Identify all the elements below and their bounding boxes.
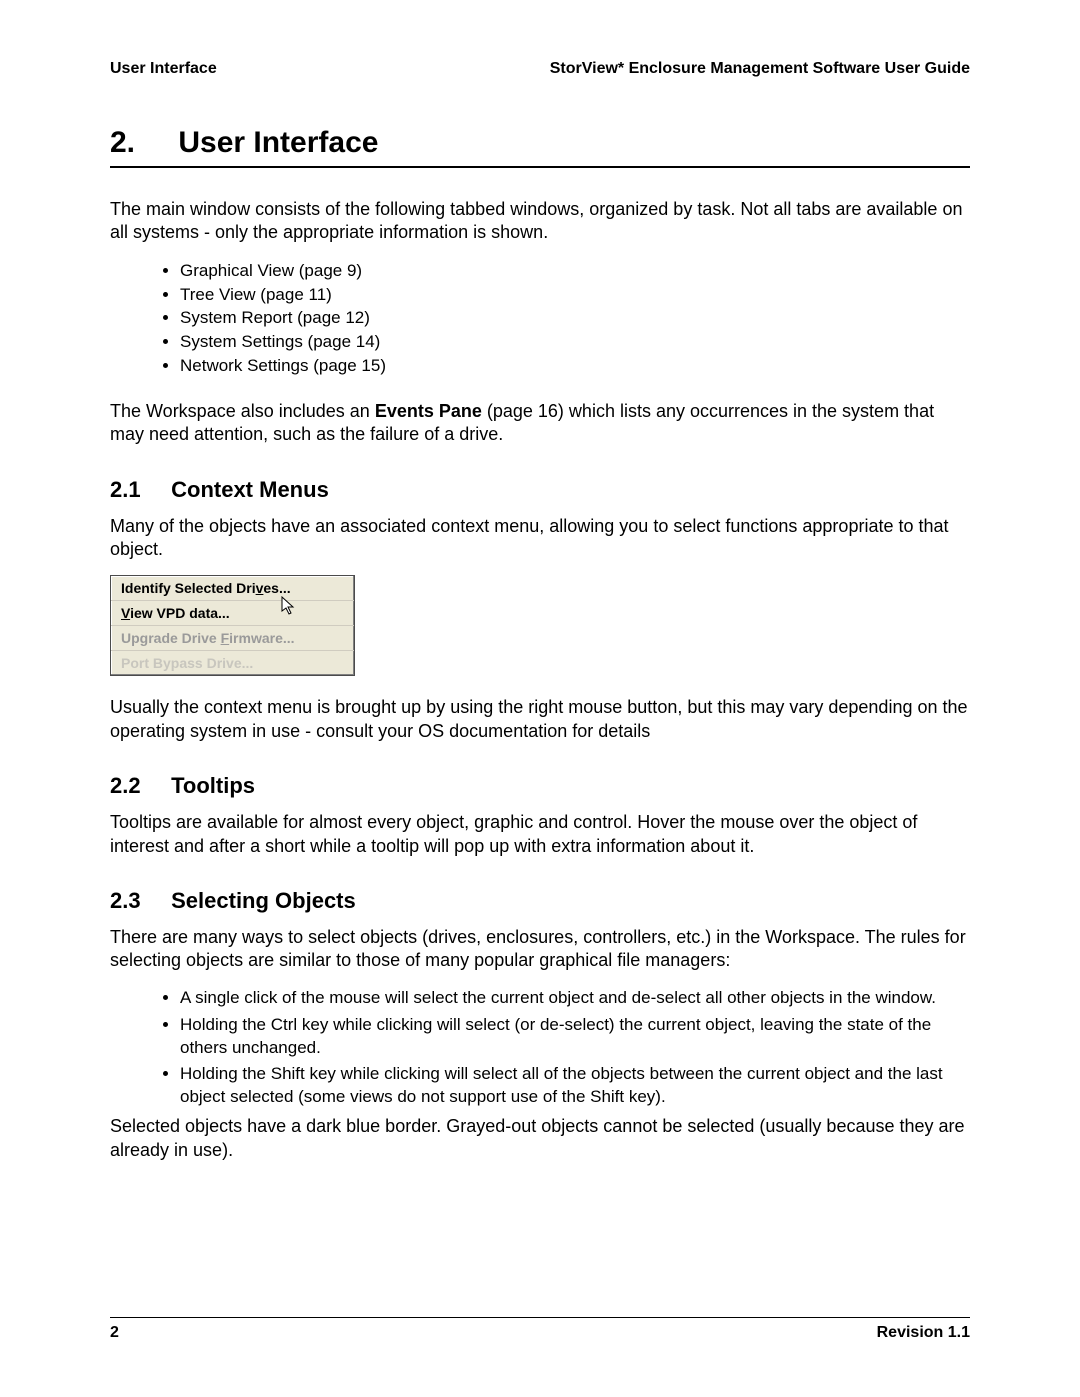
- section-number: 2.2: [110, 773, 165, 799]
- text: The Workspace also includes an: [110, 401, 375, 421]
- running-header: User Interface StorView* Enclosure Manag…: [110, 60, 970, 78]
- chapter-number: 2.: [110, 126, 170, 160]
- chapter-name: User Interface: [178, 126, 378, 159]
- list-item: Graphical View (page 9): [180, 259, 970, 283]
- document-page: User Interface StorView* Enclosure Manag…: [0, 0, 1080, 1397]
- section-2-1-after: Usually the context menu is brought up b…: [110, 696, 970, 743]
- events-pane-bold: Events Pane: [375, 401, 482, 421]
- section-2-3-heading: 2.3 Selecting Objects: [110, 888, 970, 914]
- tabbed-windows-list: Graphical View (page 9) Tree View (page …: [180, 259, 970, 378]
- selection-rules-list: A single click of the mouse will select …: [180, 987, 970, 1110]
- list-item: Network Settings (page 15): [180, 354, 970, 378]
- section-2-2-heading: 2.2 Tooltips: [110, 773, 970, 799]
- list-item: System Settings (page 14): [180, 330, 970, 354]
- events-pane-paragraph: The Workspace also includes an Events Pa…: [110, 400, 970, 447]
- section-2-1-heading: 2.1 Context Menus: [110, 477, 970, 503]
- section-title: Tooltips: [171, 773, 255, 798]
- section-2-1-text: Many of the objects have an associated c…: [110, 515, 970, 562]
- intro-paragraph: The main window consists of the followin…: [110, 198, 970, 245]
- chapter-title: 2. User Interface: [110, 126, 970, 168]
- context-menu-item-bypass: Port Bypass Drive...: [111, 651, 354, 675]
- section-2-2-text: Tooltips are available for almost every …: [110, 811, 970, 858]
- context-menu-item-identify: Identify Selected Drives...: [111, 576, 354, 601]
- list-item: Holding the Shift key while clicking wil…: [180, 1063, 970, 1109]
- page-footer: 2 Revision 1.1: [110, 1317, 970, 1342]
- header-right: StorView* Enclosure Management Software …: [550, 60, 970, 78]
- section-number: 2.1: [110, 477, 165, 503]
- list-item: Tree View (page 11): [180, 283, 970, 307]
- section-title: Selecting Objects: [171, 888, 356, 913]
- section-2-3-intro: There are many ways to select objects (d…: [110, 926, 970, 973]
- list-item: System Report (page 12): [180, 306, 970, 330]
- context-menu-item-vpd: View VPD data...: [111, 601, 354, 626]
- section-number: 2.3: [110, 888, 165, 914]
- list-item: Holding the Ctrl key while clicking will…: [180, 1014, 970, 1060]
- list-item: A single click of the mouse will select …: [180, 987, 970, 1010]
- section-2-3-after: Selected objects have a dark blue border…: [110, 1115, 970, 1162]
- context-menu-item-upgrade: Upgrade Drive Firmware...: [111, 626, 354, 651]
- header-left: User Interface: [110, 60, 217, 78]
- context-menu-screenshot: Identify Selected Drives... View VPD dat…: [110, 575, 355, 676]
- page-number: 2: [110, 1324, 119, 1342]
- section-title: Context Menus: [171, 477, 329, 502]
- revision-label: Revision 1.1: [877, 1324, 970, 1342]
